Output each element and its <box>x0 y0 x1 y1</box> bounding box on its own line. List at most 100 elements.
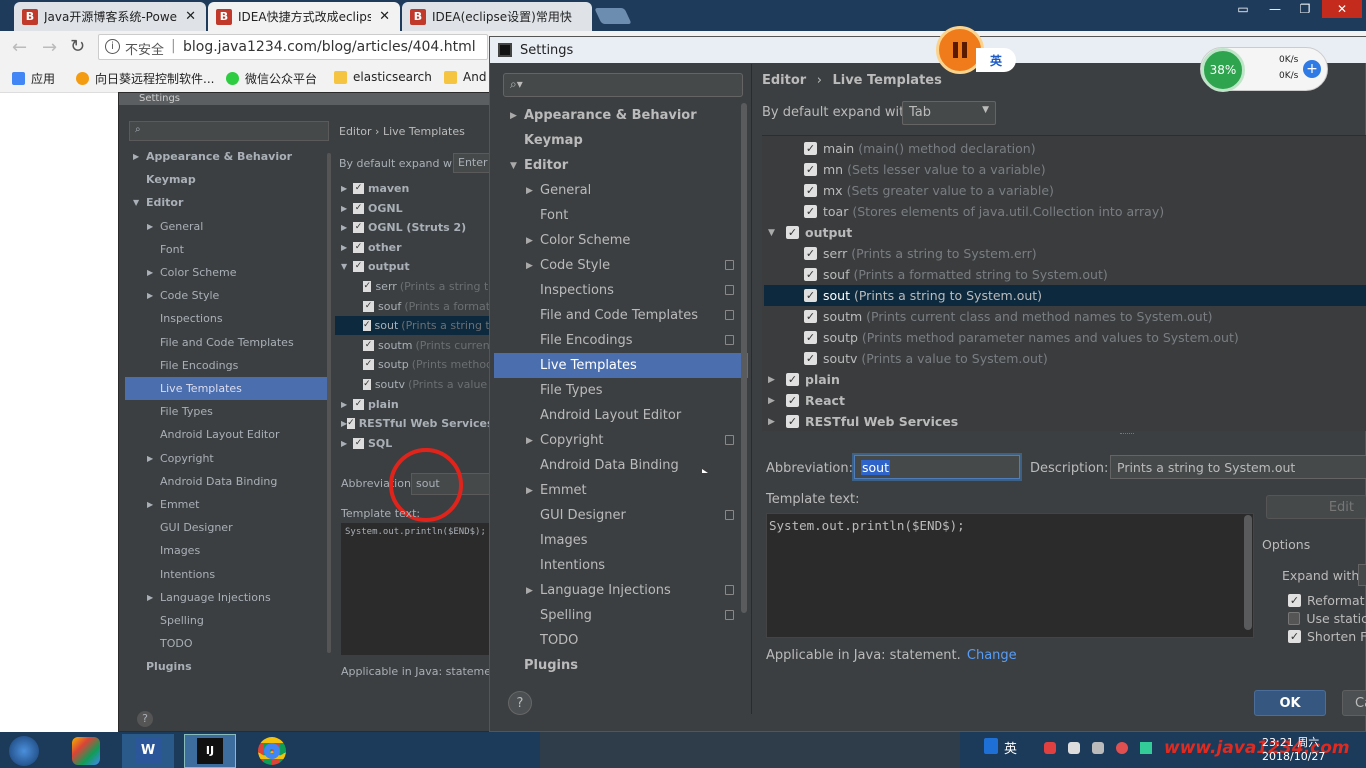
checkbox[interactable]: ✓ <box>804 268 817 281</box>
checkbox[interactable] <box>1288 611 1301 625</box>
tray-icon[interactable] <box>1068 742 1080 754</box>
info-icon[interactable]: i <box>105 39 120 54</box>
checkbox[interactable]: ✓ <box>347 418 355 430</box>
template-group-row[interactable]: ▶ ✓ plain <box>764 369 1366 390</box>
ime-tray-label[interactable]: 英 <box>1004 738 1017 757</box>
forward-icon[interactable]: → <box>42 37 57 58</box>
bg-sidebar-item[interactable]: ▼ Editor <box>125 191 330 214</box>
bg-template-row[interactable]: ▶ ✓ other <box>335 238 490 257</box>
bg-sidebar-item[interactable]: Live Templates <box>125 377 330 400</box>
sidebar-item-spelling[interactable]: Spelling <box>494 603 748 628</box>
bg-sidebar-item[interactable]: Android Layout Editor <box>125 423 330 446</box>
bg-template-row[interactable]: ▼ ✓ output <box>335 257 490 276</box>
bg-template-row[interactable]: ▶ ✓ OGNL (Struts 2) <box>335 218 490 237</box>
bg-template-row[interactable]: ▶ ✓ maven <box>335 179 490 198</box>
checkbox[interactable]: ✓ <box>804 205 817 218</box>
tray-icon[interactable] <box>1092 742 1104 754</box>
description-input[interactable]: Prints a string to System.out <box>1110 455 1366 479</box>
bg-sidebar-item[interactable]: GUI Designer <box>125 516 330 539</box>
plus-icon[interactable]: + <box>1303 60 1321 78</box>
checkbox[interactable]: ✓ <box>353 437 364 449</box>
chevron-right-icon[interactable]: ▶ <box>341 439 353 448</box>
restore-icon[interactable]: ❐ <box>1290 0 1320 18</box>
sidebar-item-todo[interactable]: TODO <box>494 628 748 653</box>
checkbox[interactable]: ✓ <box>353 398 364 410</box>
tray-icon[interactable] <box>1140 742 1152 754</box>
chevron-right-icon[interactable]: ▶ <box>526 586 540 596</box>
browser-tab-3[interactable]: B IDEA(eclipse设置)常用快 <box>402 2 592 31</box>
template-row[interactable]: ✓ mx (Sets greater value to a variable) <box>764 180 1366 201</box>
app-icon[interactable] <box>60 734 112 768</box>
reload-icon[interactable]: ↻ <box>70 36 85 57</box>
minimize-icon[interactable]: — <box>1260 0 1290 18</box>
checkbox[interactable]: ✓ <box>1288 593 1301 607</box>
bg-sidebar-item[interactable]: ▶ Color Scheme <box>125 261 330 284</box>
checkbox[interactable]: ✓ <box>804 247 817 260</box>
template-row[interactable]: ✓ main (main() method declaration) <box>764 138 1366 159</box>
bg-sidebar-item[interactable]: Android Data Binding <box>125 470 330 493</box>
checkbox[interactable]: ✓ <box>786 373 799 386</box>
sidebar-item-android-data-binding[interactable]: Android Data Binding <box>494 453 748 478</box>
template-row[interactable]: ✓ sout (Prints a string to System.out) <box>764 285 1366 306</box>
bg-sidebar-item[interactable]: ▶ Appearance & Behavior <box>125 145 330 168</box>
option-row[interactable]: ✓ Reformat <box>1288 591 1366 609</box>
checkbox[interactable]: ✓ <box>786 394 799 407</box>
change-link[interactable]: Change <box>967 648 1017 663</box>
checkbox[interactable]: ✓ <box>353 261 364 273</box>
checkbox[interactable]: ✓ <box>363 300 374 312</box>
checkbox[interactable]: ✓ <box>353 241 364 253</box>
bg-sidebar-item[interactable]: ▶ Code Style <box>125 284 330 307</box>
cancel-button[interactable]: Ca <box>1342 690 1366 716</box>
bg-sidebar-item[interactable]: Spelling <box>125 609 330 632</box>
sidebar-item-emmet[interactable]: ▶ Emmet <box>494 478 748 503</box>
network-monitor-widget[interactable]: 38% 0K/s 0K/s + <box>1200 47 1328 92</box>
option-row[interactable]: Use static <box>1288 609 1366 627</box>
ok-button[interactable]: OK <box>1254 690 1326 716</box>
address-bar[interactable]: i 不安全 | blog.java1234.com/blog/articles/… <box>98 34 488 60</box>
chevron-right-icon[interactable]: ▶ <box>768 375 786 385</box>
template-group-row[interactable]: ▶ ✓ RESTful Web Services <box>764 411 1366 432</box>
help-button[interactable]: ? <box>508 691 532 715</box>
bg-sidebar-item[interactable]: ▶ Copyright <box>125 447 330 470</box>
sidebar-item-language-injections[interactable]: ▶ Language Injections <box>494 578 748 603</box>
bookmark-sunlogin[interactable]: 向日葵远程控制软件... <box>76 70 214 87</box>
template-text-area[interactable]: System.out.println($END$); <box>341 523 491 655</box>
bg-sidebar-item[interactable]: TODO <box>125 632 330 655</box>
abbreviation-input[interactable]: sout <box>854 455 1020 479</box>
chevron-right-icon[interactable]: ▶ <box>526 436 540 446</box>
sidebar-item-images[interactable]: Images <box>494 528 748 553</box>
close-icon[interactable]: ✕ <box>185 9 196 24</box>
chevron-right-icon[interactable]: ▶ <box>768 396 786 406</box>
sidebar-item-plugins[interactable]: Plugins <box>494 653 748 678</box>
bg-template-row[interactable]: ✓ serr (Prints a string to <box>335 277 490 296</box>
ime-indicator[interactable]: 英 <box>976 48 1016 72</box>
browser-tab-1[interactable]: B Java开源博客系统-Powe ✕ <box>14 2 206 31</box>
bookmark-and[interactable]: And <box>444 70 486 84</box>
checkbox[interactable]: ✓ <box>804 310 817 323</box>
chevron-right-icon[interactable]: ▶ <box>341 223 353 232</box>
bg-template-row[interactable]: ▶ ✓ OGNL <box>335 199 490 218</box>
sidebar-item-intentions[interactable]: Intentions <box>494 553 748 578</box>
bg-template-row[interactable]: ▶ ✓ plain <box>335 395 490 414</box>
checkbox[interactable]: ✓ <box>363 379 371 390</box>
template-scrollbar[interactable] <box>1244 515 1252 630</box>
window-close-icon[interactable]: ✕ <box>1322 0 1362 18</box>
chrome-icon[interactable] <box>246 734 298 768</box>
bg-template-row[interactable]: ✓ soutp (Prints method <box>335 355 490 374</box>
template-row[interactable]: ✓ soutv (Prints a value to System.out) <box>764 348 1366 369</box>
bg-sidebar-item[interactable]: Plugins <box>125 655 330 678</box>
chevron-right-icon[interactable]: ▶ <box>768 417 786 427</box>
expand-select[interactable]: Enter <box>453 153 493 173</box>
tray-icon[interactable] <box>1116 742 1128 754</box>
template-group-row[interactable]: ▼ ✓ output <box>764 222 1366 243</box>
template-row[interactable]: ✓ soutp (Prints method parameter names and… <box>764 327 1366 348</box>
bg-sidebar-item[interactable]: File Encodings <box>125 354 330 377</box>
new-tab-button[interactable] <box>594 8 632 24</box>
edit-variables-button[interactable]: Edit <box>1266 495 1366 519</box>
bg-sidebar-item[interactable]: Font <box>125 238 330 261</box>
expand-with-select[interactable] <box>1358 564 1366 586</box>
bg-sidebar-item[interactable]: Keymap <box>125 168 330 191</box>
bookmark-elasticsearch[interactable]: elasticsearch <box>334 70 432 84</box>
checkbox[interactable]: ✓ <box>353 183 364 194</box>
tray-icon[interactable] <box>1044 742 1056 754</box>
